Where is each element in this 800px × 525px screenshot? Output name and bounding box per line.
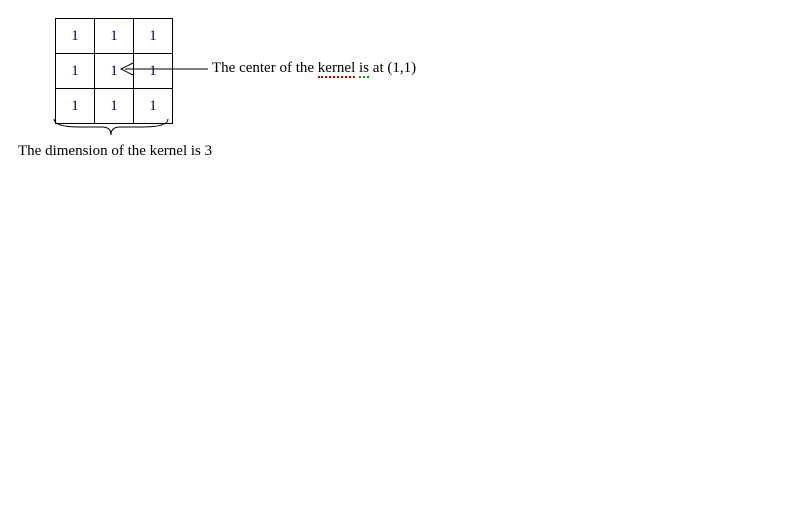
kernel-cell: 1: [95, 89, 134, 124]
kernel-cell: 1: [95, 54, 134, 89]
kernel-grid: 1 1 1 1 1 1 1 1 1: [55, 18, 173, 124]
kernel-cell: 1: [134, 89, 173, 124]
kernel-cell: 1: [95, 19, 134, 54]
kernel-cell: 1: [56, 89, 95, 124]
center-label-word-is: is: [359, 60, 369, 78]
center-label-prefix: The center of the: [212, 60, 318, 76]
dimension-label: The dimension of the kernel is 3: [18, 143, 212, 160]
kernel-cell: 1: [134, 19, 173, 54]
center-label: The center of the kernel is at (1,1): [212, 60, 416, 77]
center-label-suffix: at (1,1): [369, 60, 416, 76]
kernel-cell: 1: [134, 54, 173, 89]
kernel-cell: 1: [56, 54, 95, 89]
center-label-word-kernel: kernel: [318, 60, 355, 78]
kernel-cell: 1: [56, 19, 95, 54]
